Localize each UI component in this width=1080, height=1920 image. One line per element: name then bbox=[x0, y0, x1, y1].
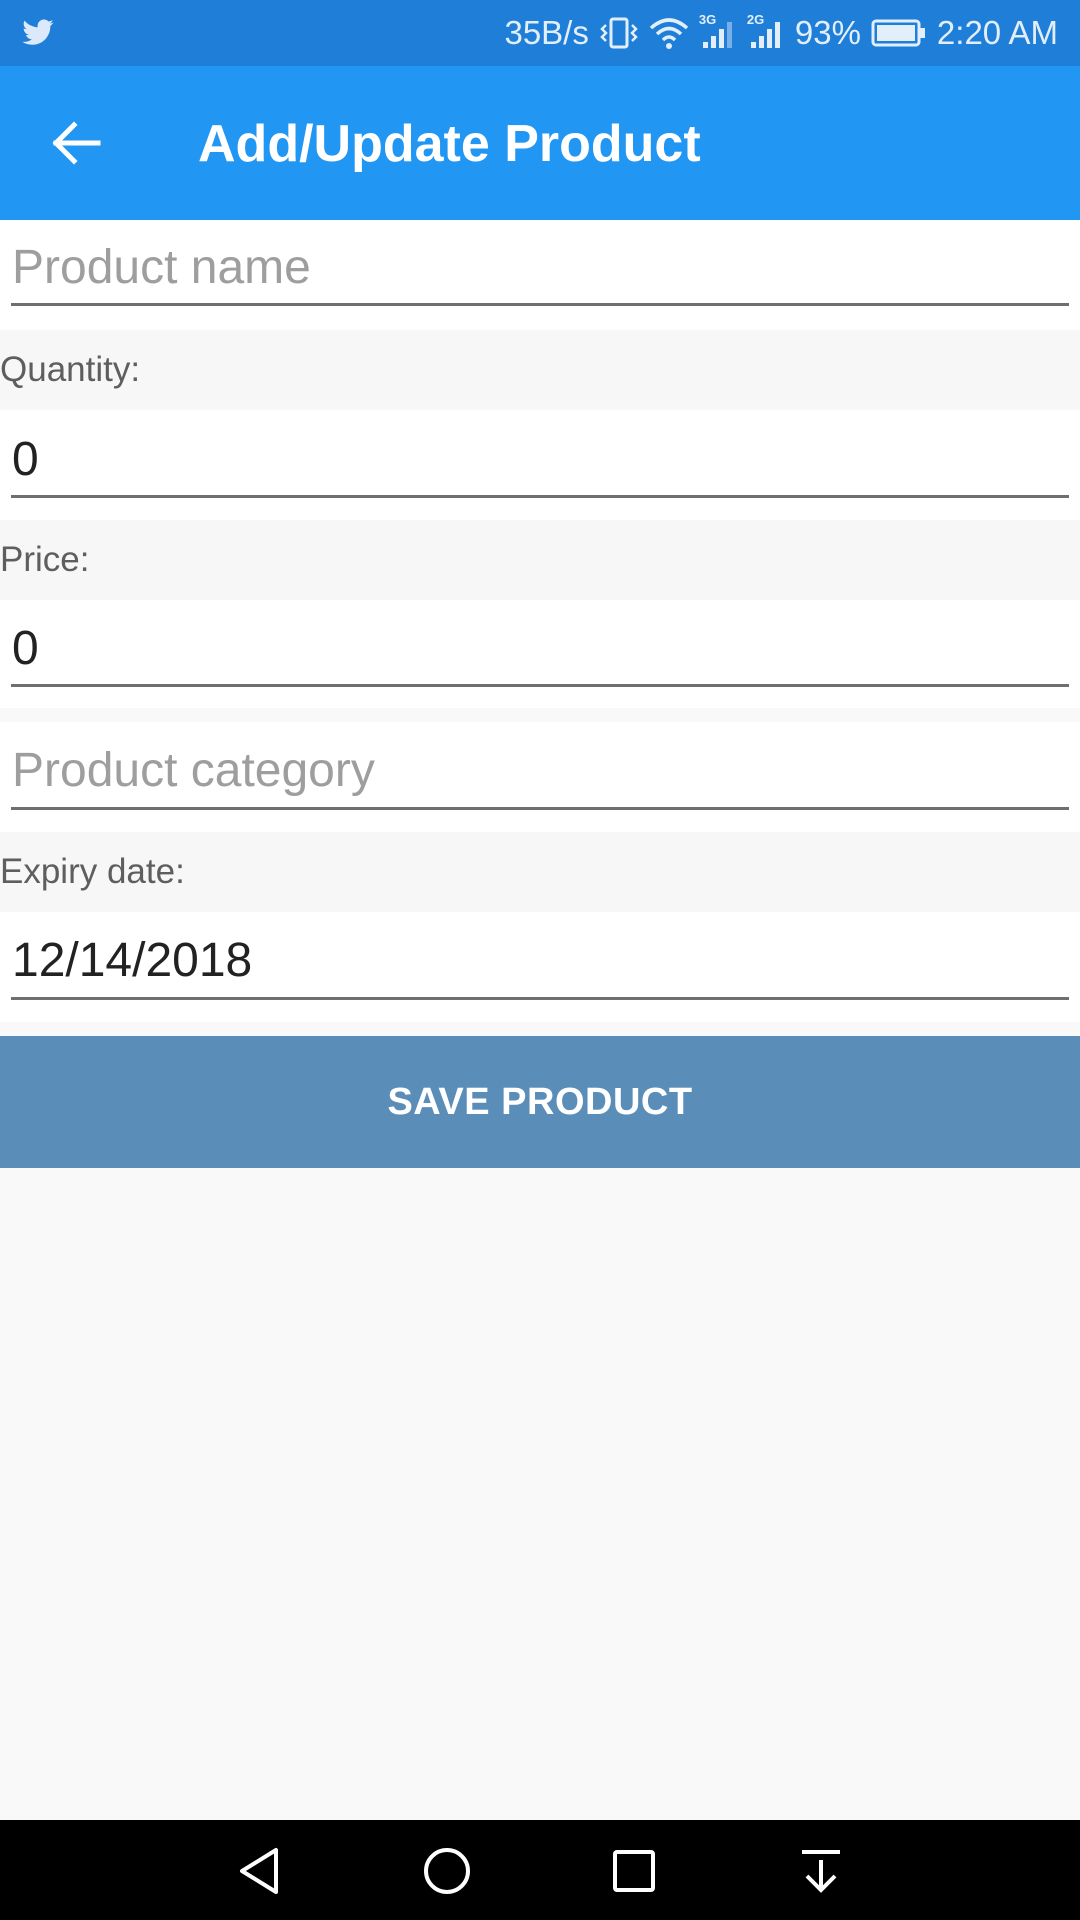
nav-recents-icon[interactable] bbox=[607, 1844, 661, 1898]
nav-back-icon[interactable] bbox=[234, 1844, 288, 1898]
wifi-icon bbox=[649, 18, 689, 49]
navigation-bar bbox=[0, 1820, 1080, 1920]
signal-icon: 3G bbox=[699, 12, 737, 50]
price-label: Price: bbox=[0, 540, 90, 579]
battery-icon bbox=[871, 19, 925, 47]
save-product-button[interactable]: SAVE PRODUCT bbox=[0, 1036, 1080, 1168]
product-category-placeholder: Product category bbox=[12, 744, 375, 797]
field-underline bbox=[11, 495, 1069, 498]
nav-notifications-icon[interactable] bbox=[794, 1844, 848, 1898]
nav-home-icon[interactable] bbox=[420, 1844, 474, 1898]
vibrate-icon bbox=[600, 17, 638, 49]
app-bar: Add/Update Product bbox=[0, 66, 1080, 220]
field-underline bbox=[11, 303, 1069, 306]
price-label-row: Price: bbox=[0, 520, 1080, 600]
field-underline bbox=[11, 997, 1069, 1000]
price-field[interactable]: 0 bbox=[0, 600, 1080, 708]
status-icons: 35B/s 3G 2G 93% 2:20 AM bbox=[504, 0, 1058, 66]
status-time: 2:20 AM bbox=[936, 14, 1058, 51]
quantity-field[interactable]: 0 bbox=[0, 410, 1080, 520]
product-name-field[interactable]: Product name bbox=[0, 220, 1080, 330]
page-title: Add/Update Product bbox=[198, 115, 701, 173]
expiry-date-value: 12/14/2018 bbox=[12, 934, 253, 987]
battery-percent: 93% bbox=[794, 14, 861, 51]
expiry-date-field[interactable]: 12/14/2018 bbox=[0, 912, 1080, 1022]
expiry-date-label-row: Expiry date: bbox=[0, 832, 1080, 912]
field-underline bbox=[11, 684, 1069, 687]
field-underline bbox=[11, 807, 1069, 810]
network-speed: 35B/s bbox=[504, 14, 589, 51]
expiry-date-label: Expiry date: bbox=[0, 852, 185, 891]
status-bar: 35B/s 3G 2G 93% 2:20 AM bbox=[0, 0, 1080, 66]
arrow-back-icon[interactable] bbox=[48, 116, 102, 170]
product-name-placeholder: Product name bbox=[12, 241, 311, 294]
quantity-label-row: Quantity: bbox=[0, 330, 1080, 410]
price-value: 0 bbox=[12, 622, 39, 675]
quantity-value: 0 bbox=[12, 433, 39, 486]
signal-icon: 2G bbox=[747, 12, 785, 50]
quantity-label: Quantity: bbox=[0, 350, 141, 389]
product-category-field[interactable]: Product category bbox=[0, 722, 1080, 832]
twitter-icon bbox=[22, 19, 54, 45]
